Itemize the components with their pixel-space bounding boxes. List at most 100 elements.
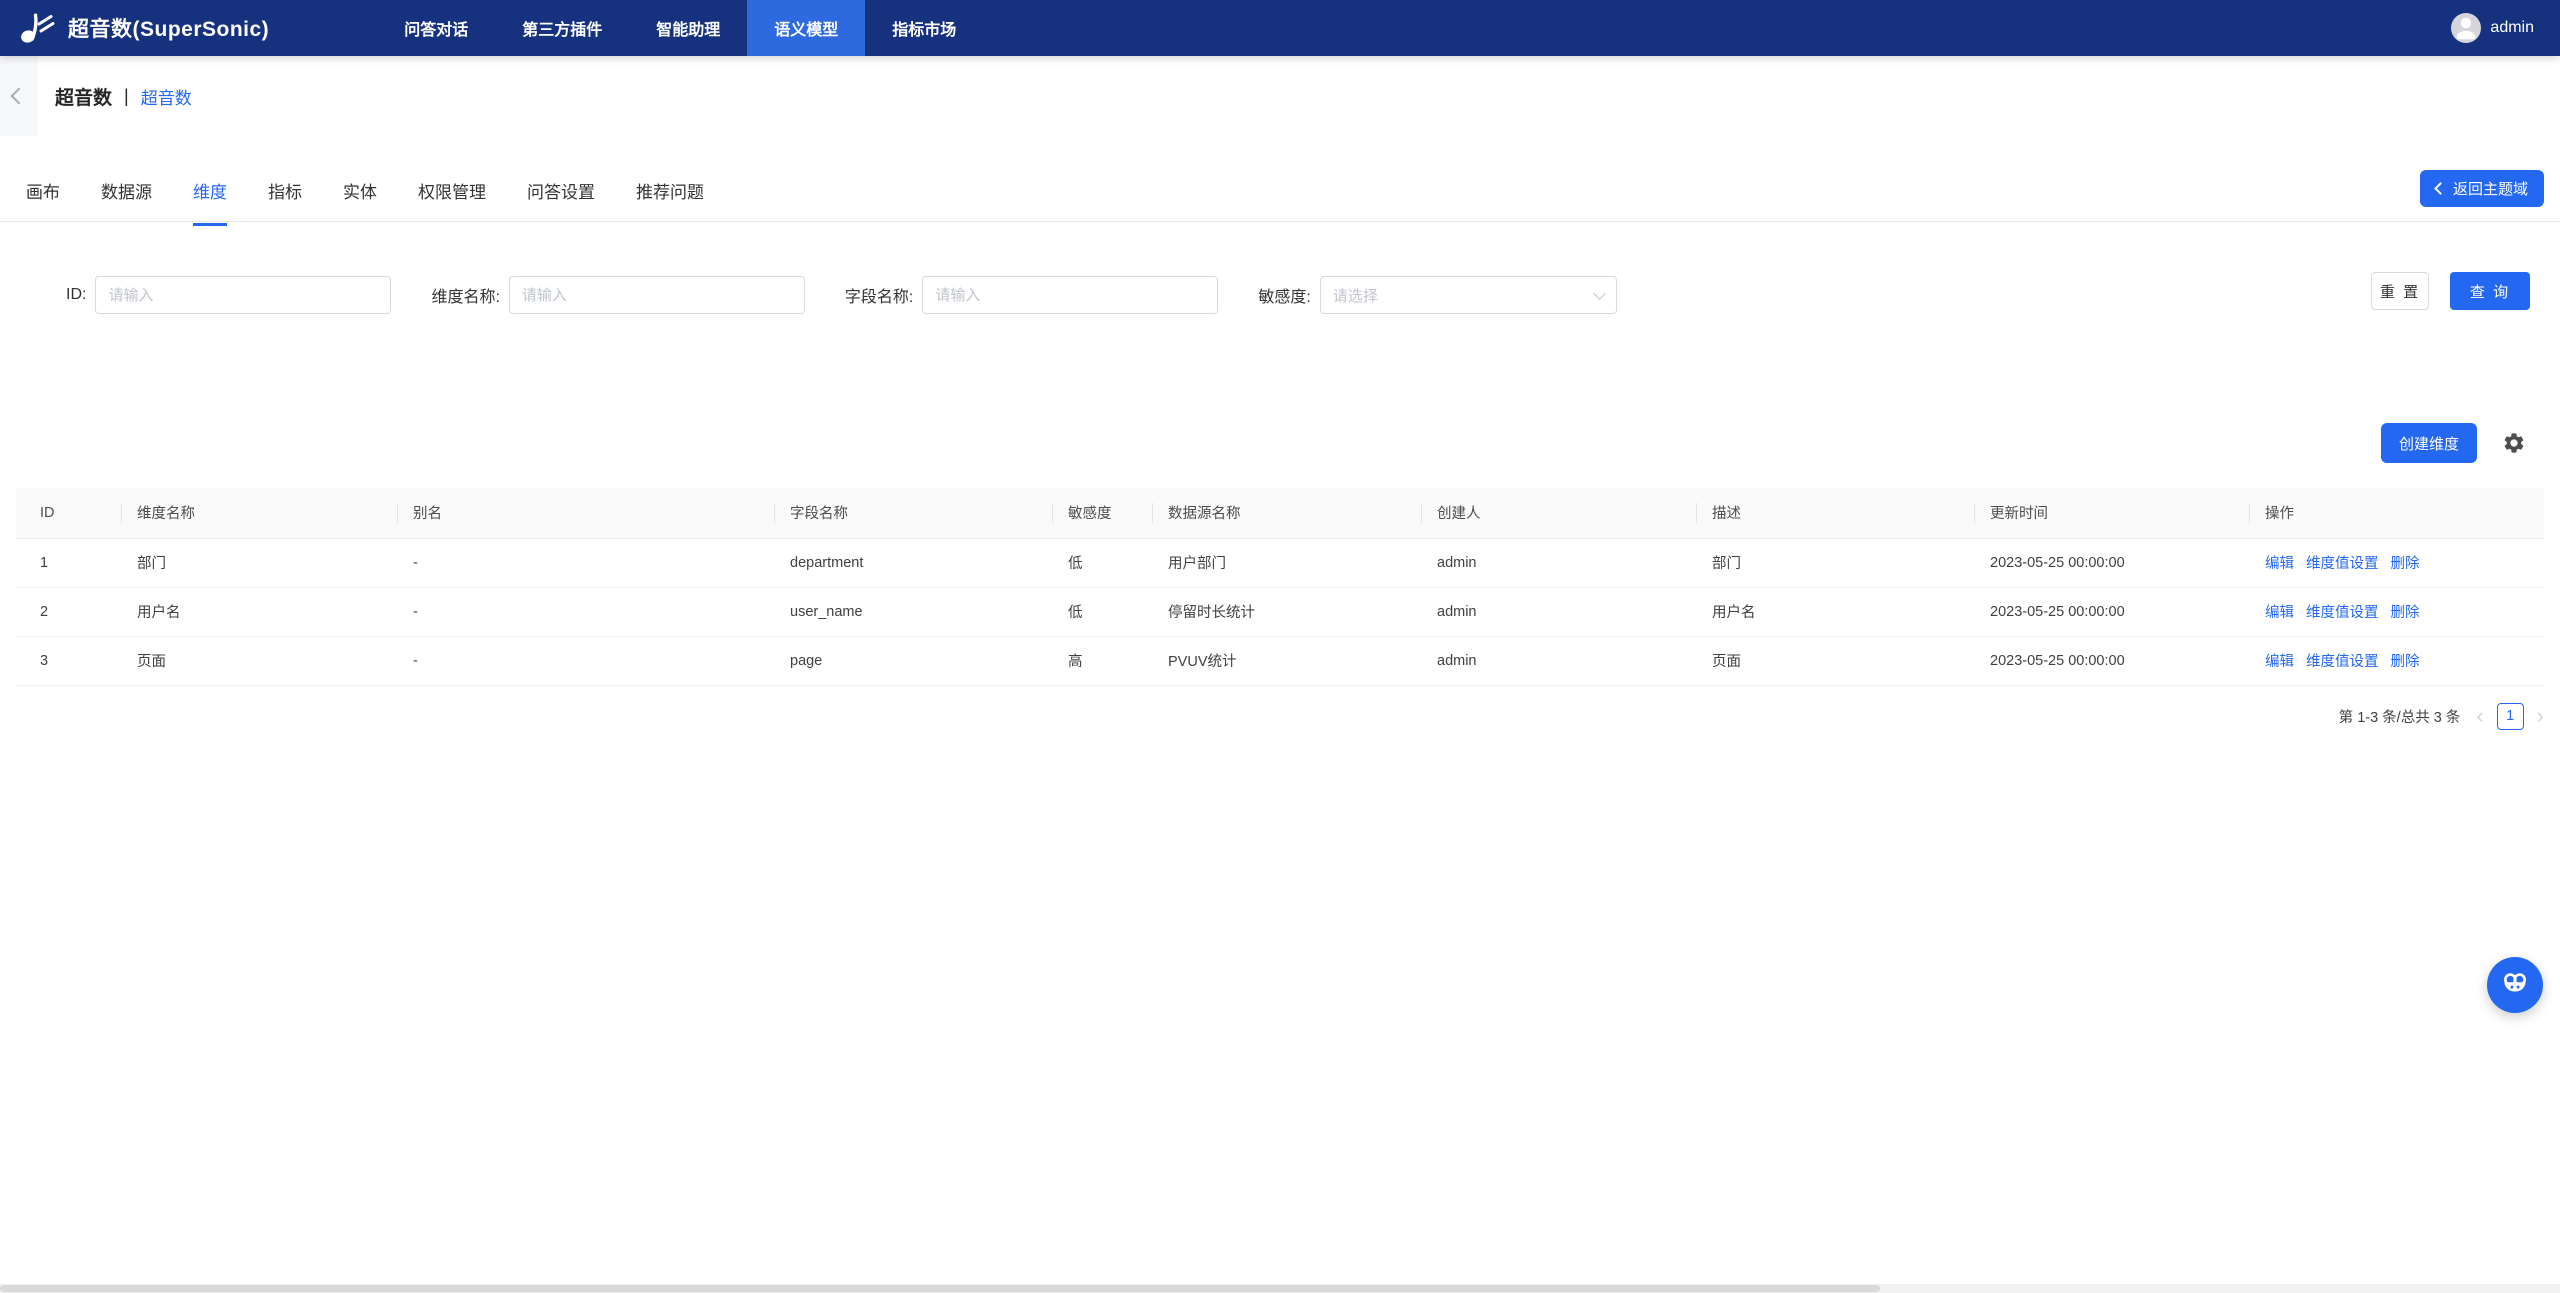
col-datasource-name: 数据源名称 [1152, 488, 1421, 538]
column-settings-button[interactable] [2502, 431, 2526, 455]
filter-group-sensitivity: 敏感度: 请选择 [1258, 276, 1616, 314]
user-name: admin [2490, 19, 2534, 37]
nav-item-intelligent-assistant[interactable]: 智能助理 [629, 0, 747, 56]
delete-link[interactable]: 删除 [2391, 605, 2420, 621]
tab-recommended-questions[interactable]: 推荐问题 [636, 178, 704, 225]
cell-operations: 编辑维度值设置删除 [2249, 636, 2544, 685]
nav-item-metric-market[interactable]: 指标市场 [865, 0, 983, 56]
tab-datasource[interactable]: 数据源 [101, 178, 152, 225]
delete-link[interactable]: 删除 [2391, 556, 2420, 572]
pagination-summary: 第 1-3 条/总共 3 条 [2339, 706, 2461, 727]
cell-dimension-name: 用户名 [121, 587, 397, 636]
cell-description: 用户名 [1696, 587, 1974, 636]
back-chevron-icon [11, 88, 28, 105]
col-sensitivity: 敏感度 [1052, 488, 1152, 538]
col-creator: 创建人 [1421, 488, 1696, 538]
pagination-page-1[interactable]: 1 [2497, 703, 2524, 730]
col-updated-time: 更新时间 [1974, 488, 2249, 538]
id-input[interactable] [95, 276, 391, 314]
pagination: 第 1-3 条/总共 3 条 ‹ 1 › [0, 703, 2560, 730]
cell-alias: - [397, 538, 774, 587]
cell-description: 部门 [1696, 538, 1974, 587]
nav-item-qa-dialog[interactable]: 问答对话 [377, 0, 495, 56]
cell-dimension-name: 部门 [121, 538, 397, 587]
brand: 超音数(SuperSonic) [0, 11, 269, 45]
cell-alias: - [397, 636, 774, 685]
col-description: 描述 [1696, 488, 1974, 538]
tab-qa-settings[interactable]: 问答设置 [527, 178, 595, 225]
search-button[interactable]: 查 询 [2450, 272, 2530, 310]
cell-field-name: user_name [774, 587, 1052, 636]
chevron-left-icon [2434, 182, 2447, 195]
filter-group-id: ID: [66, 276, 391, 314]
breadcrumb: 超音数 | 超音数 [38, 56, 192, 136]
edit-link[interactable]: 编辑 [2265, 654, 2294, 670]
chevron-down-icon [1593, 287, 1606, 300]
cell-datasource: 停留时长统计 [1152, 587, 1421, 636]
edit-link[interactable]: 编辑 [2265, 605, 2294, 621]
tab-dimension[interactable]: 维度 [193, 178, 227, 225]
cell-updated-time: 2023-05-25 00:00:00 [1974, 636, 2249, 685]
page-title: 超音数 [55, 83, 112, 110]
breadcrumb-separator: | [124, 86, 129, 107]
pagination-next-icon[interactable]: › [2537, 705, 2544, 727]
page: 超音数(SuperSonic) 问答对话 第三方插件 智能助理 语义模型 指标市… [0, 0, 2560, 1293]
robot-icon [2497, 967, 2533, 1003]
dimension-value-settings-link[interactable]: 维度值设置 [2306, 605, 2379, 621]
table-toolbar: 创建维度 [0, 423, 2560, 463]
nav-item-third-party-plugin[interactable]: 第三方插件 [495, 0, 629, 56]
dimension-value-settings-link[interactable]: 维度值设置 [2306, 654, 2379, 670]
field-name-input[interactable] [922, 276, 1218, 314]
cell-datasource: PVUV统计 [1152, 636, 1421, 685]
return-to-domain-label: 返回主题域 [2453, 178, 2528, 199]
assistant-float-button[interactable] [2487, 957, 2543, 1013]
dimension-value-settings-link[interactable]: 维度值设置 [2306, 556, 2379, 572]
brand-title: 超音数(SuperSonic) [68, 13, 269, 43]
return-to-domain-button[interactable]: 返回主题域 [2420, 170, 2544, 207]
supersonic-logo-icon [18, 11, 56, 45]
nav-item-semantic-model[interactable]: 语义模型 [747, 0, 865, 56]
cell-operations: 编辑维度值设置删除 [2249, 587, 2544, 636]
dimension-name-filter-label: 维度名称: [431, 283, 499, 307]
cell-field-name: page [774, 636, 1052, 685]
back-gutter[interactable] [0, 56, 38, 136]
horizontal-scrollbar[interactable] [0, 1284, 2560, 1293]
tab-canvas[interactable]: 画布 [26, 178, 60, 225]
cell-creator: admin [1421, 587, 1696, 636]
filter-band: ID: 维度名称: 字段名称: 敏感度: 请选择 重 置 查 询 [0, 222, 2560, 352]
col-alias: 别名 [397, 488, 774, 538]
user-menu[interactable]: admin [2451, 13, 2560, 43]
delete-link[interactable]: 删除 [2391, 654, 2420, 670]
create-dimension-button[interactable]: 创建维度 [2381, 423, 2477, 463]
breadcrumb-link[interactable]: 超音数 [141, 84, 192, 109]
table-header-row: ID 维度名称 别名 字段名称 敏感度 数据源名称 创建人 描述 更新时间 操作 [16, 488, 2544, 538]
sensitivity-filter-label: 敏感度: [1258, 283, 1310, 307]
filter-group-field-name: 字段名称: [845, 276, 1218, 314]
col-id: ID [16, 488, 121, 538]
dimension-name-input[interactable] [509, 276, 805, 314]
user-avatar-icon [2451, 13, 2481, 43]
field-name-filter-label: 字段名称: [845, 283, 913, 307]
cell-sensitivity: 低 [1052, 587, 1152, 636]
sensitivity-select[interactable]: 请选择 [1320, 276, 1617, 314]
cell-id: 3 [16, 636, 121, 685]
cell-id: 2 [16, 587, 121, 636]
tab-permission[interactable]: 权限管理 [418, 178, 486, 225]
table-row: 2 用户名 - user_name 低 停留时长统计 admin 用户名 202… [16, 587, 2544, 636]
tab-metric[interactable]: 指标 [268, 178, 302, 225]
tabs: 画布 数据源 维度 指标 实体 权限管理 问答设置 推荐问题 [26, 178, 2544, 225]
cell-creator: admin [1421, 538, 1696, 587]
edit-link[interactable]: 编辑 [2265, 556, 2294, 572]
cell-sensitivity: 低 [1052, 538, 1152, 587]
col-operations: 操作 [2249, 488, 2544, 538]
tab-entity[interactable]: 实体 [343, 178, 377, 225]
reset-button[interactable]: 重 置 [2371, 272, 2429, 310]
cell-updated-time: 2023-05-25 00:00:00 [1974, 587, 2249, 636]
gear-icon [2502, 431, 2526, 455]
filter-row: ID: 维度名称: 字段名称: 敏感度: 请选择 [66, 276, 2560, 314]
dimension-table: ID 维度名称 别名 字段名称 敏感度 数据源名称 创建人 描述 更新时间 操作… [16, 488, 2544, 686]
pagination-prev-icon[interactable]: ‹ [2476, 705, 2483, 727]
filter-group-dimension-name: 维度名称: [431, 276, 804, 314]
horizontal-scrollbar-thumb[interactable] [0, 1285, 1880, 1292]
top-navbar: 超音数(SuperSonic) 问答对话 第三方插件 智能助理 语义模型 指标市… [0, 0, 2560, 56]
